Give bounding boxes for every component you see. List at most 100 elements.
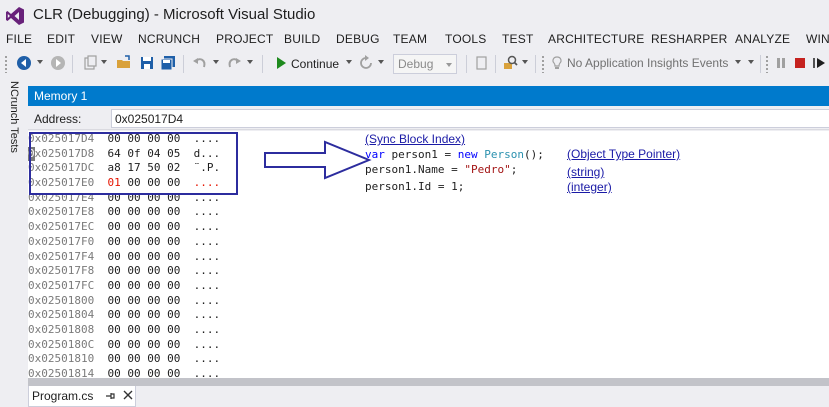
ncrunch-tests-tab[interactable]: NCrunch Tests	[4, 81, 22, 171]
save-icon[interactable]	[139, 55, 155, 71]
menu-analyze[interactable]: ANALYZE	[735, 32, 790, 46]
restart-icon[interactable]	[812, 55, 828, 71]
tab-label: Program.cs	[32, 389, 94, 403]
pause-icon[interactable]	[773, 55, 789, 71]
memory-row[interactable]: 0x025017F0 00 00 00 00 ....	[28, 235, 220, 250]
memory-bytes: 00 00 00 00	[107, 322, 181, 336]
toolbar-overflow-icon[interactable]	[748, 60, 754, 64]
horizontal-scrollbar[interactable]	[28, 378, 829, 386]
code-line-3: person1.Id = 1;	[365, 180, 464, 193]
memory-window-header[interactable]: Memory 1	[28, 86, 829, 106]
code-text: person1.Id = 1;	[365, 180, 465, 193]
memory-view[interactable]: 0x025017D4 00 00 00 00 .... 0x025017D8 64…	[28, 131, 829, 378]
menu-edit[interactable]: EDIT	[47, 32, 75, 46]
toolbar-grip[interactable]	[4, 55, 8, 73]
object-type-pointer-label: (Object Type Pointer)	[567, 147, 681, 161]
refresh-dropdown-icon[interactable]	[378, 60, 384, 64]
memory-bytes: 00 00 00 00	[107, 278, 181, 292]
memory-ascii: ....	[193, 293, 221, 307]
code-line-1: var person1 = new Person();	[365, 148, 544, 161]
memory-row[interactable]: 0x02501800 00 00 00 00 ....	[28, 294, 220, 309]
menu-window[interactable]: WIN	[806, 32, 829, 46]
menu-resharper[interactable]: RESHARPER	[651, 32, 727, 46]
memory-address: 0x02501814	[28, 367, 95, 378]
find-dropdown-icon[interactable]	[522, 60, 528, 64]
ncrunch-tests-label: NCrunch Tests	[8, 81, 20, 153]
memory-address: 0x02501808	[28, 322, 95, 336]
memory-ascii: ....	[193, 367, 221, 378]
memory-row[interactable]: 0x02501804 00 00 00 00 ....	[28, 308, 220, 323]
refresh-icon[interactable]	[358, 55, 374, 71]
menu-build[interactable]: BUILD	[284, 32, 320, 46]
play-icon	[277, 57, 286, 69]
memory-address: 0x025017E8	[28, 205, 95, 219]
menu-test[interactable]: TEST	[502, 32, 533, 46]
toolbar-grip[interactable]	[765, 55, 769, 73]
solution-configuration-select[interactable]: Debug	[393, 54, 457, 74]
close-icon[interactable]	[123, 390, 133, 400]
memory-address: 0x025017F4	[28, 249, 95, 263]
memory-row[interactable]: 0x02501810 00 00 00 00 ....	[28, 352, 220, 367]
undo-icon[interactable]	[192, 55, 208, 71]
memory-row[interactable]: 0x025017EC 00 00 00 00 ....	[28, 220, 220, 235]
memory-bytes: 00 00 00 00	[107, 352, 181, 366]
ncrunch-tests-panel-tab: NCrunch Tests	[0, 77, 26, 407]
insights-icon[interactable]	[549, 55, 565, 71]
memory-row[interactable]: 0x02501808 00 00 00 00 ....	[28, 323, 220, 338]
memory-ascii: ....	[193, 352, 221, 366]
open-icon[interactable]	[116, 55, 132, 71]
memory-bytes: 00 00 00 00	[107, 264, 181, 278]
save-all-icon[interactable]	[160, 55, 176, 71]
menu-file[interactable]: FILE	[6, 32, 32, 46]
object-header-highlight-box	[29, 132, 238, 195]
redo-dropdown-icon[interactable]	[247, 60, 253, 64]
undo-dropdown-icon[interactable]	[213, 60, 219, 64]
forward-icon[interactable]	[50, 55, 66, 71]
integer-label: (integer)	[567, 180, 612, 194]
memory-row[interactable]: 0x025017F8 00 00 00 00 ....	[28, 264, 220, 279]
menu-project[interactable]: PROJECT	[216, 32, 273, 46]
stop-icon[interactable]	[792, 55, 808, 71]
menu-debug[interactable]: DEBUG	[336, 32, 380, 46]
new-project-icon[interactable]	[82, 55, 98, 71]
tab-program-cs[interactable]: Program.cs	[28, 386, 136, 407]
insights-events-label[interactable]: No Application Insights Events	[567, 56, 728, 70]
document-tab-bar: Program.cs	[26, 386, 829, 407]
back-dropdown-icon[interactable]	[37, 60, 43, 64]
insights-dropdown-icon[interactable]	[735, 60, 741, 64]
menu-view[interactable]: VIEW	[91, 32, 122, 46]
pin-icon[interactable]	[105, 391, 115, 401]
memory-row[interactable]: 0x025017FC 00 00 00 00 ....	[28, 279, 220, 294]
memory-ascii: ....	[193, 249, 221, 263]
toolbar-grip[interactable]	[541, 55, 545, 73]
continue-label: Continue	[291, 57, 340, 71]
toolbar-separator	[262, 55, 263, 73]
memory-bytes: 00 00 00 00	[107, 249, 181, 263]
find-icon[interactable]	[502, 55, 518, 71]
new-project-dropdown-icon[interactable]	[101, 60, 107, 64]
memory-ascii: ....	[193, 205, 221, 219]
redo-icon[interactable]	[226, 55, 242, 71]
memory-address: 0x025017EC	[28, 220, 95, 234]
menu-ncrunch[interactable]: NCRUNCH	[138, 32, 200, 46]
document-icon[interactable]	[473, 55, 489, 71]
memory-row[interactable]: 0x025017F4 00 00 00 00 ....	[28, 250, 220, 265]
back-icon[interactable]	[16, 55, 32, 71]
menu-architecture[interactable]: ARCHITECTURE	[548, 32, 644, 46]
menu-tools[interactable]: TOOLS	[445, 32, 486, 46]
address-input[interactable]	[111, 109, 829, 128]
memory-row[interactable]: 0x025017E8 00 00 00 00 ....	[28, 205, 220, 220]
memory-row[interactable]: 0x02501814 00 00 00 00 ....	[28, 367, 220, 378]
memory-row[interactable]: 0x0250180C 00 00 00 00 ....	[28, 338, 220, 353]
continue-dropdown-icon[interactable]	[346, 60, 352, 64]
menu-team[interactable]: TEAM	[393, 32, 427, 46]
